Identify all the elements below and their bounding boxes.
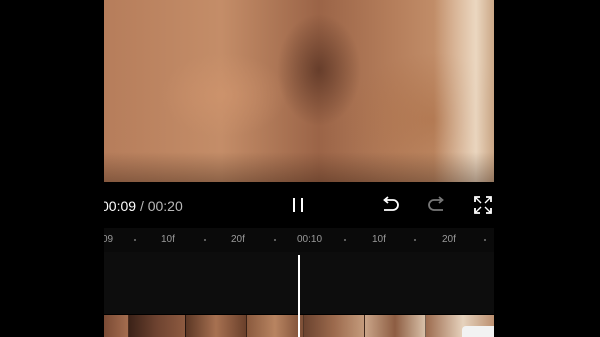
fullscreen-icon: [474, 196, 492, 214]
clip-thumbnail: [247, 315, 304, 337]
undo-button[interactable]: [379, 194, 401, 216]
playback-controls: 00:09 / 00:20: [104, 182, 494, 228]
ruler-dot: [204, 239, 206, 241]
current-time: 00:09: [104, 198, 137, 214]
clip-thumbnail: [129, 315, 186, 337]
clip-end-marker: [462, 326, 494, 337]
pause-icon: [293, 198, 303, 212]
ruler-label: 20f: [231, 234, 245, 245]
ruler-label: 20f: [442, 234, 456, 245]
clip-thumbnail: [304, 315, 365, 337]
ruler-label: 10f: [161, 234, 175, 245]
fullscreen-button[interactable]: [472, 194, 494, 216]
redo-button[interactable]: [426, 194, 448, 216]
clip-thumbnail: [186, 315, 247, 337]
ruler-dot: [274, 239, 276, 241]
undo-icon: [383, 196, 399, 211]
time-separator: /: [139, 198, 144, 214]
video-editor: 00:09 / 00:20 09 10f 20f 00:10 10f 20f: [104, 0, 494, 337]
video-preview[interactable]: [104, 0, 494, 182]
ruler-dot: [344, 239, 346, 241]
clip-thumbnail: [365, 315, 426, 337]
ruler-dot: [414, 239, 416, 241]
ruler-label: 10f: [372, 234, 386, 245]
redo-icon: [428, 196, 444, 211]
ruler-label: 00:10: [297, 234, 323, 245]
pause-button[interactable]: [287, 194, 309, 216]
total-time: 00:20: [147, 198, 183, 214]
clip-thumbnail: [104, 315, 129, 337]
preview-shade: [104, 152, 494, 182]
playhead[interactable]: [298, 255, 300, 337]
time-display: 00:09 / 00:20: [104, 198, 183, 214]
timeline-ruler[interactable]: 09 10f 20f 00:10 10f 20f: [104, 228, 494, 252]
ruler-label: 09: [104, 234, 114, 245]
ruler-dot: [484, 239, 486, 241]
ruler-dot: [134, 239, 136, 241]
